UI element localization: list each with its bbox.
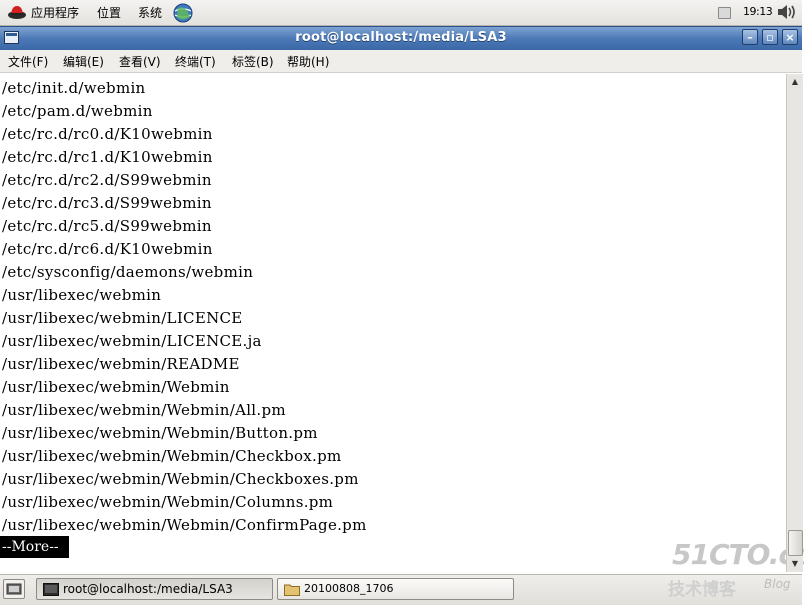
system-menu[interactable]: 系统 (138, 4, 162, 21)
terminal-scrollbar[interactable]: ▲ ▼ (786, 74, 803, 572)
terminal-line: /usr/libexec/webmin/Webmin/Columns.pm (2, 493, 334, 511)
menu-bar: 文件(F) 编辑(E) 查看(V) 终端(T) 标签(B) 帮助(H) (0, 50, 802, 73)
folder-icon (284, 584, 300, 596)
taskbar-item-terminal[interactable]: root@localhost:/media/LSA3 (36, 578, 273, 600)
minimize-button[interactable]: – (742, 29, 758, 45)
terminal-line: /etc/rc.d/rc2.d/S99webmin (2, 171, 212, 189)
scroll-up-arrow-icon[interactable]: ▲ (789, 76, 801, 88)
desktop-icon (6, 583, 22, 595)
close-button[interactable]: × (782, 29, 798, 45)
watermark-subtitle: 技术博客 (668, 580, 736, 600)
terminal-line: /usr/libexec/webmin/LICENCE (2, 309, 243, 327)
terminal-line: /usr/libexec/webmin (2, 286, 162, 304)
terminal-line: /usr/libexec/webmin/Webmin/Button.pm (2, 424, 318, 442)
maximize-button[interactable]: ▫ (762, 29, 778, 45)
scrollbar-thumb[interactable] (788, 530, 803, 556)
terminal-line: /usr/libexec/webmin/Webmin (2, 378, 230, 396)
taskbar-item-label: 20100808_1706 (304, 582, 394, 595)
tray-window-icon[interactable] (718, 7, 731, 19)
menu-terminal[interactable]: 终端(T) (175, 53, 216, 70)
terminal-line: /usr/libexec/webmin/Webmin/All.pm (2, 401, 286, 419)
watermark-site: 51CTO.com (672, 538, 804, 571)
terminal-line: /etc/rc.d/rc0.d/K10webmin (2, 125, 213, 143)
terminal-icon (43, 583, 59, 596)
show-desktop-button[interactable] (3, 579, 25, 599)
terminal-line: /usr/libexec/webmin/LICENCE.ja (2, 332, 262, 350)
taskbar-item-label: root@localhost:/media/LSA3 (63, 582, 233, 596)
menu-tabs[interactable]: 标签(B) (232, 53, 274, 70)
taskbar-item-folder[interactable]: 20100808_1706 (277, 578, 514, 600)
menu-edit[interactable]: 编辑(E) (63, 53, 104, 70)
terminal-line: /etc/init.d/webmin (2, 79, 146, 97)
terminal-output[interactable]: /etc/init.d/webmin /etc/pam.d/webmin /et… (0, 74, 786, 572)
bottom-taskbar: root@localhost:/media/LSA3 20100808_1706… (0, 574, 802, 605)
terminal-line: /usr/libexec/webmin/Webmin/Checkbox.pm (2, 447, 342, 465)
window-titlebar[interactable]: root@localhost:/media/LSA3 – ▫ × (0, 26, 802, 51)
terminal-line: /etc/rc.d/rc5.d/S99webmin (2, 217, 212, 235)
clock[interactable]: 19:13 (743, 5, 773, 18)
menu-help[interactable]: 帮助(H) (287, 53, 329, 70)
terminal-line: /usr/libexec/webmin/Webmin/ConfirmPage.p… (2, 516, 367, 534)
terminal-line: /usr/libexec/webmin/Webmin/Checkboxes.pm (2, 470, 359, 488)
window-title: root@localhost:/media/LSA3 (295, 30, 507, 45)
scroll-down-arrow-icon[interactable]: ▼ (789, 558, 801, 570)
menu-view[interactable]: 查看(V) (119, 53, 161, 70)
volume-icon[interactable] (776, 3, 798, 21)
terminal-line: /etc/rc.d/rc6.d/K10webmin (2, 240, 213, 258)
terminal-line: /etc/rc.d/rc1.d/K10webmin (2, 148, 213, 166)
terminal-line: /etc/pam.d/webmin (2, 102, 153, 120)
terminal-line: /usr/libexec/webmin/README (2, 355, 240, 373)
menu-file[interactable]: 文件(F) (8, 53, 48, 70)
redhat-icon[interactable] (7, 3, 27, 21)
watermark-blog: Blog (764, 577, 791, 591)
top-panel: 应用程序 位置 系统 19:13 (0, 0, 802, 26)
applications-menu[interactable]: 应用程序 (31, 4, 79, 21)
places-menu[interactable]: 位置 (97, 4, 121, 21)
network-globe-icon[interactable] (172, 2, 194, 24)
terminal-line: /etc/rc.d/rc3.d/S99webmin (2, 194, 212, 212)
terminal-line: /etc/sysconfig/daemons/webmin (2, 263, 254, 281)
more-prompt: --More-- (0, 536, 69, 558)
